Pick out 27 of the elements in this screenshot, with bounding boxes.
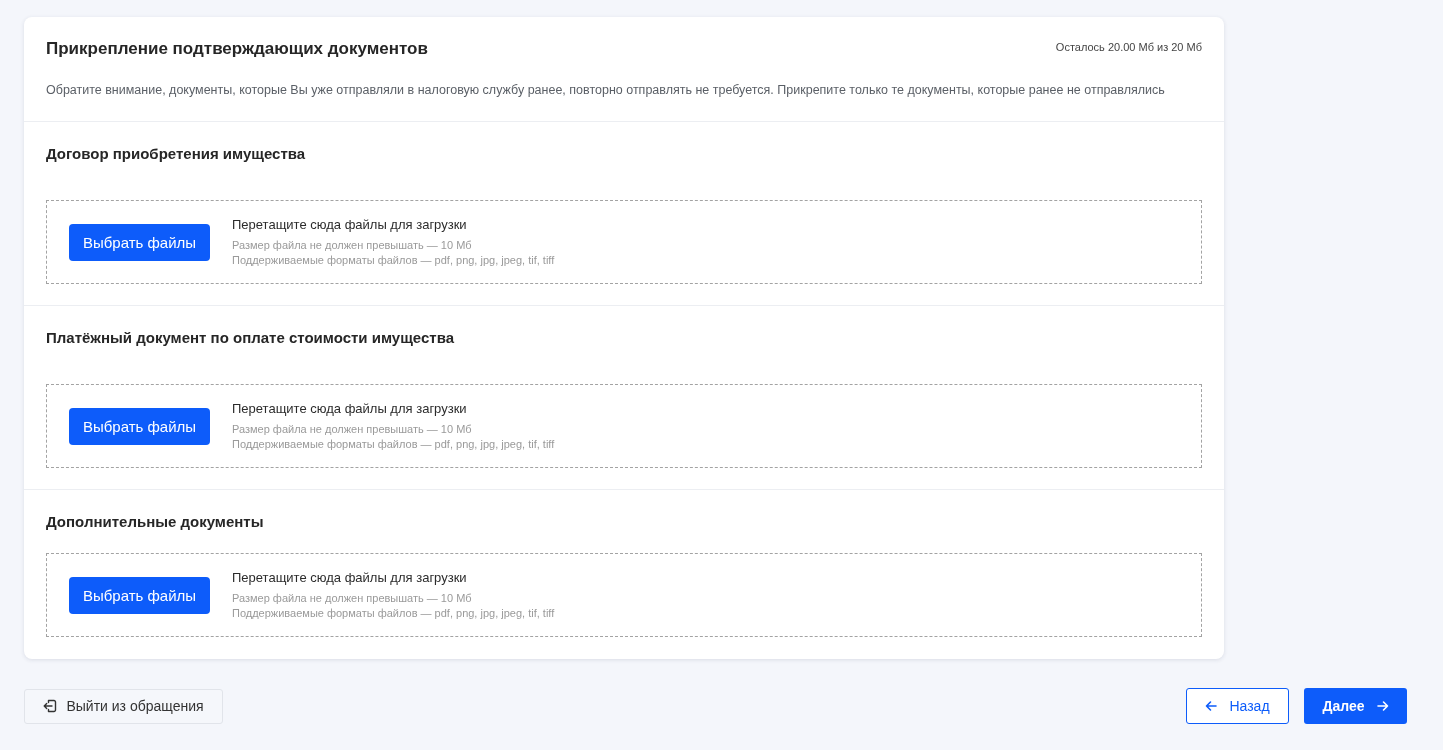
back-button[interactable]: Назад xyxy=(1186,688,1289,724)
drop-hint: Перетащите сюда файлы для загрузки xyxy=(232,216,468,234)
section-title: Дополнительные документы xyxy=(46,512,265,532)
file-drop-zone[interactable]: Выбрать файлы Перетащите сюда файлы для загрузки Размер файла не должен превышать — 10 Мб Поддерживаемые форматы файлов — pdf, png, jpg, jpeg, tif, tiff xyxy=(46,384,1202,468)
arrow-right-icon xyxy=(1376,700,1389,712)
drop-hint: Перетащите сюда файлы для загрузки xyxy=(232,569,468,587)
next-button[interactable]: Далее xyxy=(1304,688,1407,724)
arrow-left-icon xyxy=(1205,700,1218,712)
notice-text: Обратите внимание, документы, которые Вы уже отправляли в налоговую службу ранее, повторно отправлять не требуется. Прикрепите только те документы, которые ранее не отправлялись xyxy=(46,82,1166,99)
choose-files-button[interactable]: Выбрать файлы xyxy=(69,576,210,614)
formats-note: Поддерживаемые форматы файлов — pdf, png, jpg, jpeg, tif, tiff xyxy=(232,253,555,268)
drop-hint: Перетащите сюда файлы для загрузки xyxy=(232,400,468,418)
size-limit-note: Размер файла не должен превышать — 10 Мб xyxy=(232,591,473,606)
exit-request-button[interactable]: Выйти из обращения xyxy=(24,688,223,724)
choose-files-button[interactable]: Выбрать файлы xyxy=(69,407,210,445)
file-drop-zone[interactable]: Выбрать файлы Перетащите сюда файлы для загрузки Размер файла не должен превышать — 10 Мб Поддерживаемые форматы файлов — pdf, png, jpg, jpeg, tif, tiff xyxy=(46,200,1202,284)
choose-files-button[interactable]: Выбрать файлы xyxy=(69,223,210,261)
section-title: Платёжный документ по оплате стоимости имущества xyxy=(46,328,456,348)
formats-note: Поддерживаемые форматы файлов — pdf, png, jpg, jpeg, tif, tiff xyxy=(232,606,555,621)
card-title: Прикрепление подтверждающих документов xyxy=(46,38,428,60)
formats-note: Поддерживаемые форматы файлов — pdf, png, jpg, jpeg, tif, tiff xyxy=(232,437,555,452)
quota-text: Осталось 20.00 Мб из 20 Мб xyxy=(1055,40,1202,55)
file-drop-zone[interactable]: Выбрать файлы Перетащите сюда файлы для загрузки Размер файла не должен превышать — 10 Мб Поддерживаемые форматы файлов — pdf, png, jpg, jpeg, tif, tiff xyxy=(46,553,1202,637)
section-title: Договор приобретения имущества xyxy=(46,144,307,164)
size-limit-note: Размер файла не должен превышать — 10 Мб xyxy=(232,238,473,253)
exit-icon xyxy=(43,699,58,713)
size-limit-note: Размер файла не должен превышать — 10 Мб xyxy=(232,422,473,437)
